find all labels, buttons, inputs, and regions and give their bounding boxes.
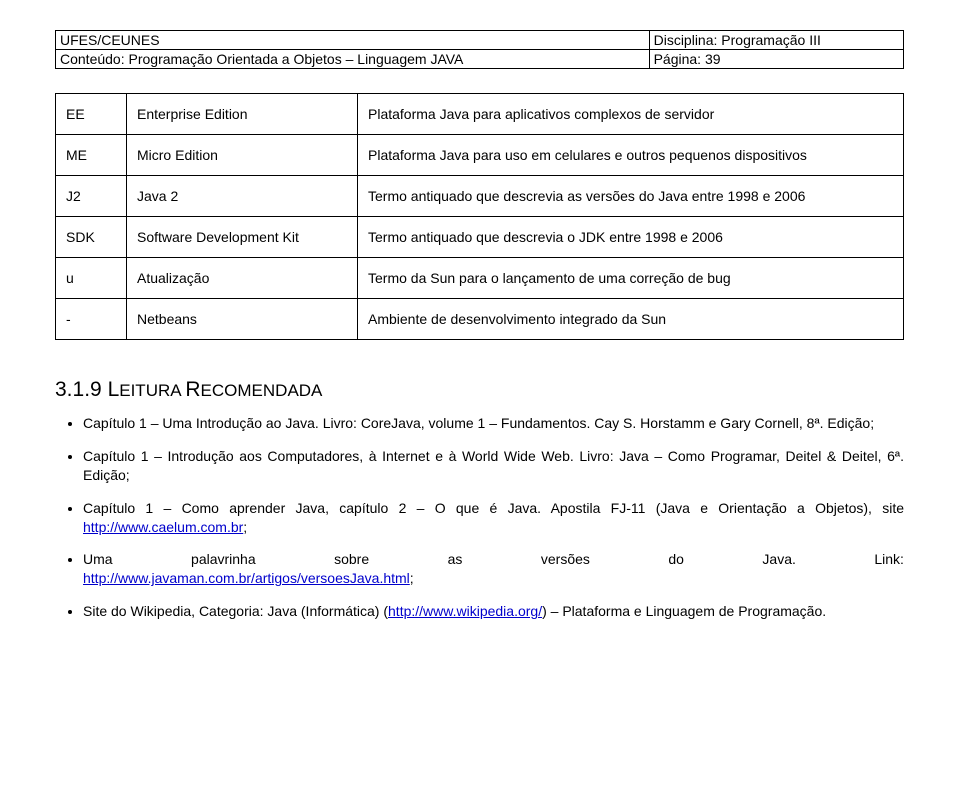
cell-desc: Termo antiquado que descrevia o JDK entr…: [358, 217, 904, 258]
heading-rest: EITURA: [119, 381, 185, 400]
list-text-post: ) – Plataforma e Linguagem de Programaçã…: [542, 603, 826, 619]
table-row: EE Enterprise Edition Plataforma Java pa…: [56, 94, 904, 135]
cell-abbrev: J2: [56, 176, 127, 217]
list-item: Capítulo 1 – Como aprender Java, capítul…: [83, 499, 904, 537]
list-item: Uma palavrinha sobre as versões do Java.…: [83, 550, 904, 588]
list-item: Capítulo 1 – Uma Introdução ao Java. Liv…: [83, 414, 904, 433]
list-text: Site do Wikipedia, Categoria: Java (Info…: [83, 603, 388, 619]
table-row: J2 Java 2 Termo antiquado que descrevia …: [56, 176, 904, 217]
word: palavrinha: [191, 550, 256, 569]
link-caelum[interactable]: http://www.caelum.com.br: [83, 519, 243, 535]
list-text-post: ;: [243, 519, 247, 535]
word: Link:: [874, 550, 904, 569]
cell-term: Micro Edition: [127, 135, 358, 176]
section-title-text: LEITURA RECOMENDADA: [108, 378, 323, 401]
link-wikipedia[interactable]: http://www.wikipedia.org/: [388, 603, 542, 619]
cell-abbrev: SDK: [56, 217, 127, 258]
cell-abbrev: EE: [56, 94, 127, 135]
cell-abbrev: -: [56, 299, 127, 340]
header-disciplina: Disciplina: Programação III: [649, 31, 903, 50]
table-row: u Atualização Termo da Sun para o lançam…: [56, 258, 904, 299]
cell-abbrev: ME: [56, 135, 127, 176]
list-text: Capítulo 1 – Como aprender Java, capítul…: [83, 500, 904, 516]
link-javaman[interactable]: http://www.javaman.com.br/artigos/versoe…: [83, 570, 410, 586]
word: versões: [541, 550, 590, 569]
list-item: Site do Wikipedia, Categoria: Java (Info…: [83, 602, 904, 621]
page-header-table: UFES/CEUNES Disciplina: Programação III …: [55, 30, 904, 69]
heading-rest: ECOMENDADA: [201, 381, 323, 400]
section-heading: 3.1.9 LEITURA RECOMENDADA: [55, 378, 904, 402]
reading-list: Capítulo 1 – Uma Introdução ao Java. Liv…: [83, 414, 904, 621]
cell-desc: Plataforma Java para uso em celulares e …: [358, 135, 904, 176]
justified-line: Uma palavrinha sobre as versões do Java.…: [83, 550, 904, 569]
table-row: ME Micro Edition Plataforma Java para us…: [56, 135, 904, 176]
cell-term: Enterprise Edition: [127, 94, 358, 135]
header-org: UFES/CEUNES: [56, 31, 650, 50]
cell-abbrev: u: [56, 258, 127, 299]
cell-desc: Termo da Sun para o lançamento de uma co…: [358, 258, 904, 299]
document-page: UFES/CEUNES Disciplina: Programação III …: [0, 0, 959, 675]
table-row: - Netbeans Ambiente de desenvolvimento i…: [56, 299, 904, 340]
list-item: Capítulo 1 – Introdução aos Computadores…: [83, 447, 904, 485]
cell-term: Java 2: [127, 176, 358, 217]
word: sobre: [334, 550, 369, 569]
terms-table: EE Enterprise Edition Plataforma Java pa…: [55, 93, 904, 340]
cell-term: Software Development Kit: [127, 217, 358, 258]
heading-cap: L: [108, 378, 120, 401]
header-pagina: Página: 39: [649, 50, 903, 69]
cell-desc: Ambiente de desenvolvimento integrado da…: [358, 299, 904, 340]
list-text-post: ;: [410, 570, 414, 586]
word: Uma: [83, 550, 113, 569]
word: do: [668, 550, 684, 569]
cell-term: Atualização: [127, 258, 358, 299]
cell-desc: Plataforma Java para aplicativos complex…: [358, 94, 904, 135]
heading-cap: R: [185, 378, 200, 401]
cell-desc: Termo antiquado que descrevia as versões…: [358, 176, 904, 217]
section-number: 3.1.9: [55, 378, 102, 401]
table-row: SDK Software Development Kit Termo antiq…: [56, 217, 904, 258]
word: Java.: [762, 550, 795, 569]
word: as: [448, 550, 463, 569]
header-conteudo: Conteúdo: Programação Orientada a Objeto…: [56, 50, 650, 69]
cell-term: Netbeans: [127, 299, 358, 340]
